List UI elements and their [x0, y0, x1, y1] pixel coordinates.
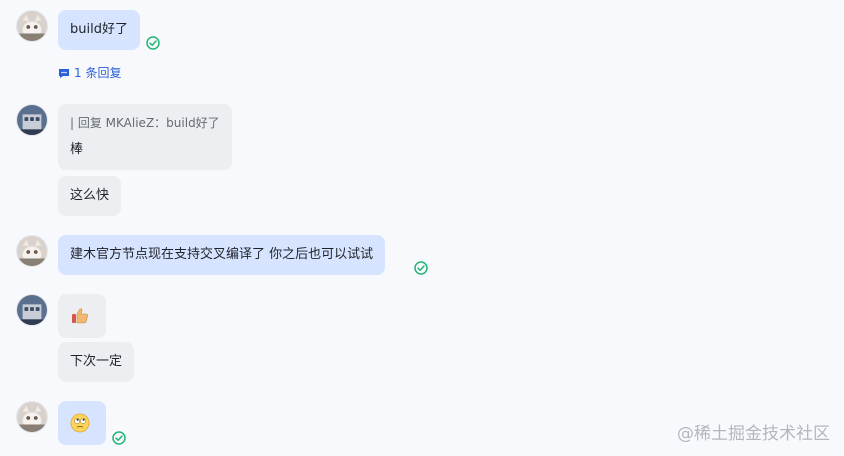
reply-count: 1 条回复 [74, 66, 122, 80]
message-text: 建木官方节点现在支持交叉编译了 你之后也可以试试 [70, 247, 374, 262]
emoji-message-bubble[interactable] [58, 401, 106, 445]
quote-text: build好了 [166, 116, 220, 130]
reply-thread-link[interactable]: 1 条回复 [58, 64, 121, 81]
read-check-icon [414, 261, 428, 275]
message-text: build好了 [70, 22, 128, 37]
message-text: 这么快 [70, 188, 110, 203]
message-text: 棒 [70, 142, 84, 157]
message-bubble[interactable]: 下次一定 [58, 342, 135, 382]
thumbs-up-emoji-icon [72, 308, 88, 324]
watermark: @稀土掘金技术社区 [677, 424, 830, 444]
rolling-eyes-emoji-icon [70, 413, 90, 433]
comment-icon [59, 68, 69, 78]
chat-canvas: build好了 1 条回复 | 回复 MKAlieZ：build好了 棒 这么快… [0, 0, 844, 456]
cat-avatar-icon [17, 11, 47, 41]
avatar-cat[interactable] [16, 401, 48, 433]
reply-message-bubble[interactable]: | 回复 MKAlieZ：build好了 棒 [58, 104, 232, 170]
avatar-cat[interactable] [16, 10, 48, 42]
message-bubble[interactable]: 建木官方节点现在支持交叉编译了 你之后也可以试试 [58, 235, 386, 275]
avatar-other[interactable] [16, 294, 48, 326]
cat-avatar-icon [17, 236, 47, 266]
cat-avatar-icon [17, 402, 47, 432]
emoji-message-bubble[interactable] [58, 294, 106, 338]
avatar-cat[interactable] [16, 235, 48, 267]
read-check-icon [146, 36, 160, 50]
user-avatar-icon [17, 295, 47, 325]
message-bubble[interactable]: 这么快 [58, 176, 122, 216]
read-check-icon [112, 431, 126, 445]
quoted-reply[interactable]: | 回复 MKAlieZ：build好了 [70, 114, 220, 132]
message-text: 下次一定 [70, 354, 123, 369]
quote-prefix: | 回复 MKAlieZ： [70, 116, 167, 130]
user-avatar-icon [17, 105, 47, 135]
avatar-other[interactable] [16, 104, 48, 136]
message-bubble[interactable]: build好了 [58, 10, 140, 50]
